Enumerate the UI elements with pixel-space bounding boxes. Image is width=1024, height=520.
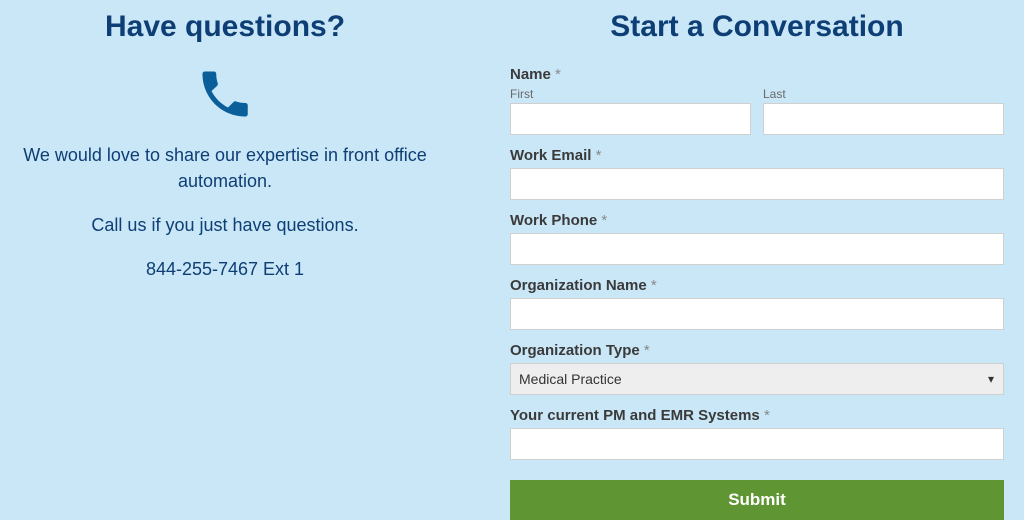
info-text-2: Call us if you just have questions. (8, 212, 442, 238)
first-sublabel: First (510, 87, 751, 101)
org-name-label: Organization Name * (510, 277, 1004, 294)
phone-icon (195, 64, 255, 124)
org-name-input[interactable] (510, 298, 1004, 330)
name-label: Name * (510, 66, 1004, 83)
phone-input[interactable] (510, 233, 1004, 265)
pm-emr-label: Your current PM and EMR Systems * (510, 407, 1004, 424)
info-title: Have questions? (8, 10, 442, 44)
info-text-1: We would love to share our expertise in … (8, 142, 442, 194)
info-phone: 844-255-7467 Ext 1 (8, 256, 442, 282)
org-type-select[interactable]: Medical Practice (510, 363, 1004, 395)
email-input[interactable] (510, 168, 1004, 200)
phone-label: Work Phone * (510, 212, 1004, 229)
org-type-label: Organization Type * (510, 342, 1004, 359)
form-title: Start a Conversation (510, 10, 1004, 44)
last-sublabel: Last (763, 87, 1004, 101)
first-name-input[interactable] (510, 103, 751, 135)
submit-button[interactable]: Submit (510, 480, 1004, 520)
last-name-input[interactable] (763, 103, 1004, 135)
pm-emr-input[interactable] (510, 428, 1004, 460)
info-panel: Have questions? We would love to share o… (0, 0, 450, 519)
email-label: Work Email * (510, 147, 1004, 164)
form-panel: Start a Conversation Name * First Last W… (450, 0, 1024, 519)
